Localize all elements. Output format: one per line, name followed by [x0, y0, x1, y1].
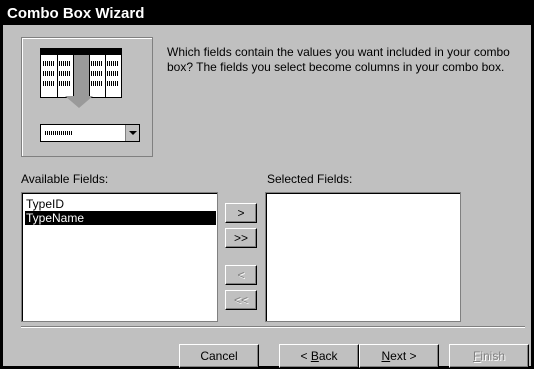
selected-fields-label: Selected Fields:: [267, 172, 353, 186]
list-item[interactable]: TypeID: [25, 197, 216, 211]
add-field-button[interactable]: >: [225, 203, 257, 223]
table-grid-icon: [40, 48, 122, 98]
remove-all-fields-button[interactable]: <<: [225, 290, 257, 310]
divider: [21, 326, 525, 328]
selected-fields-list[interactable]: [265, 192, 461, 322]
remove-field-button[interactable]: <: [225, 265, 257, 285]
finish-button[interactable]: Finish: [449, 344, 529, 368]
add-all-fields-button[interactable]: >>: [225, 228, 257, 248]
list-item[interactable]: TypeName: [25, 211, 216, 225]
back-button[interactable]: < Back: [279, 344, 359, 368]
window-title: Combo Box Wizard: [3, 3, 531, 25]
combo-box-icon: [40, 124, 140, 142]
next-button[interactable]: Next >: [359, 344, 439, 368]
chevron-down-icon: [125, 125, 139, 141]
available-fields-label: Available Fields:: [21, 172, 109, 186]
available-fields-list[interactable]: TypeID TypeName: [21, 192, 218, 322]
combo-box-wizard-window: Combo Box Wizard Which fields contain th…: [0, 0, 534, 369]
instructions-text: Which fields contain the values you want…: [167, 45, 510, 74]
wizard-illustration: [21, 37, 153, 157]
cancel-button[interactable]: Cancel: [179, 344, 259, 368]
arrow-down-icon: [65, 96, 93, 108]
